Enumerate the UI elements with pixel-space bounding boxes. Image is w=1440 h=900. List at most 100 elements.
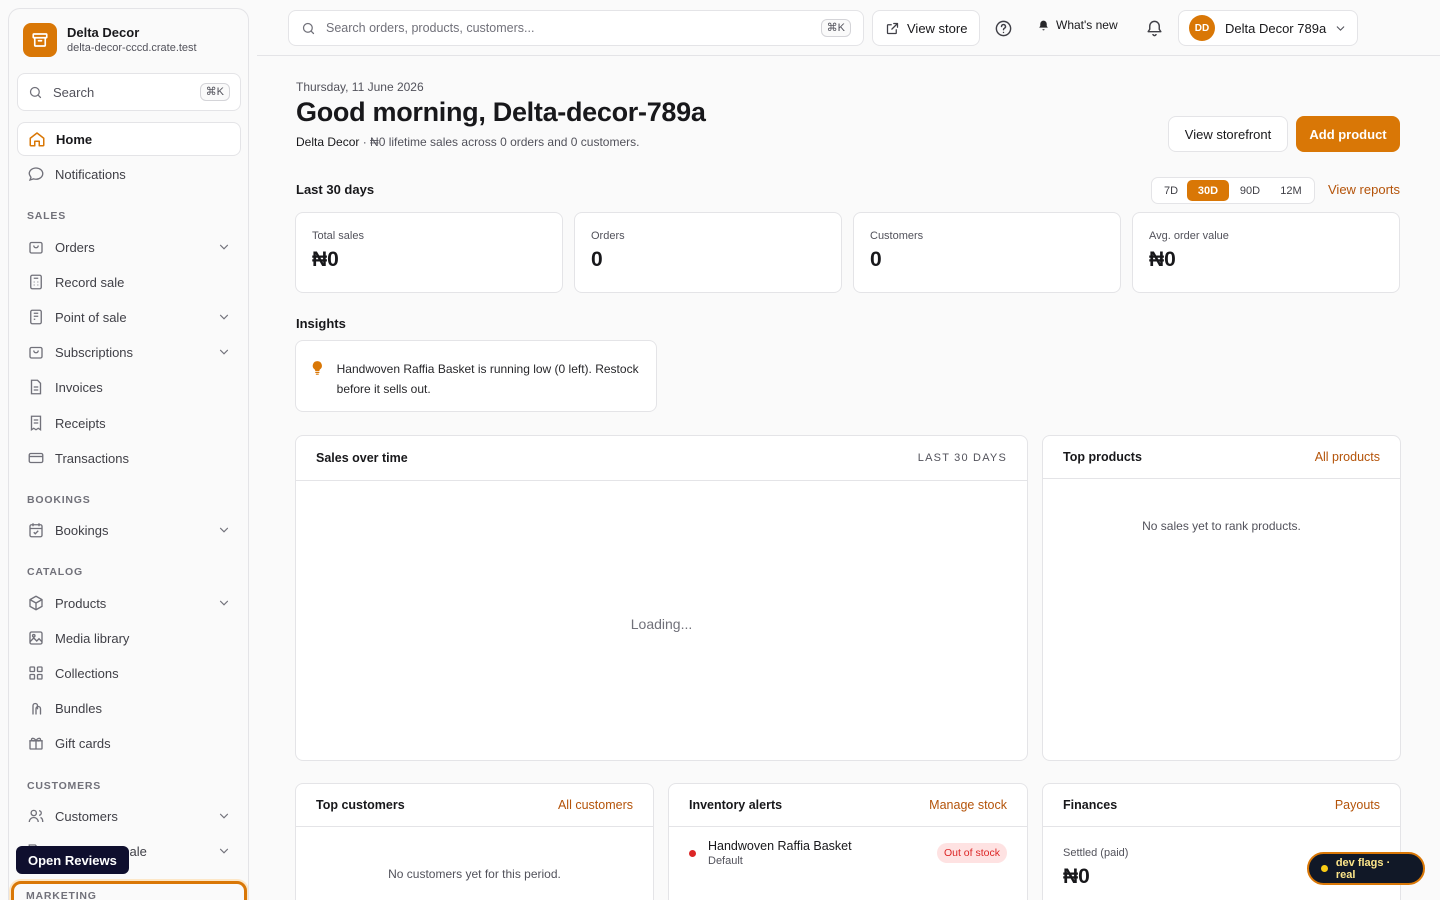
gift-icon	[29, 737, 43, 750]
bundle-icon	[32, 702, 42, 715]
range-12m[interactable]: 12M	[1271, 180, 1311, 201]
sidebar-item-customers[interactable]: Customers	[17, 799, 241, 833]
sidebar-item-transactions[interactable]: Transactions	[17, 441, 241, 475]
sidebar-item-subscriptions[interactable]: Subscriptions	[17, 335, 241, 369]
grid-icon	[29, 666, 43, 680]
search-icon	[302, 22, 315, 34]
section-label-marketing: MARKETING	[26, 890, 97, 900]
sales-over-time-panel: Sales over time LAST 30 DAYS Loading...	[295, 435, 1028, 761]
stat-card-orders[interactable]: Orders 0	[574, 212, 842, 293]
chevron-down-icon	[1336, 25, 1345, 31]
section-marketing-highlight[interactable]: MARKETING	[11, 881, 247, 900]
current-date: Thursday, 11 June 2026	[296, 80, 424, 94]
stat-card-customers[interactable]: Customers 0	[853, 212, 1121, 293]
chevron-down-icon	[219, 527, 229, 533]
sidebar: Delta Decor delta-decor-cccd.crate.test …	[8, 8, 249, 900]
sidebar-item-collections[interactable]: Collections	[17, 656, 241, 690]
all-customers-link[interactable]: All customers	[558, 798, 633, 812]
loading-text: Loading...	[630, 616, 693, 632]
panel-title: Inventory alerts	[689, 798, 783, 812]
sidebar-item-label: Invoices	[55, 379, 103, 395]
panel-header: Sales over time LAST 30 DAYS	[296, 436, 1027, 481]
section-label-catalog: CATALOG	[27, 566, 83, 578]
page-title: Good morning, Delta-decor-789a	[296, 97, 706, 127]
bell-filled-icon	[1039, 20, 1048, 30]
empty-state: No customers yet for this period.	[388, 867, 561, 881]
section-label-bookings: BOOKINGS	[27, 494, 91, 506]
calendar-icon	[29, 523, 43, 538]
insight-message: Handwoven Raffia Basket is running low (…	[336, 362, 639, 396]
chevron-down-icon	[219, 349, 229, 355]
stat-title: Avg. order value	[1149, 230, 1229, 242]
notifications-button[interactable]	[1142, 16, 1166, 40]
sidebar-item-media-library[interactable]: Media library	[17, 621, 241, 655]
stat-value: ₦0	[312, 248, 339, 271]
range-7d[interactable]: 7D	[1155, 180, 1187, 201]
payouts-link[interactable]: Payouts	[1335, 798, 1380, 812]
sidebar-item-label: Media library	[55, 630, 130, 646]
sidebar-item-orders[interactable]: Orders	[17, 230, 241, 264]
sidebar-item-notifications[interactable]: Notifications	[17, 157, 241, 191]
view-reports-link[interactable]: View reports	[1328, 182, 1400, 197]
sidebar-search[interactable]: Search ⌘K	[17, 73, 241, 111]
view-store-button[interactable]: View store	[872, 10, 981, 46]
section-label-customers: CUSTOMERS	[27, 780, 102, 792]
stat-title: Orders	[591, 230, 625, 242]
summary-text: · ₦0 lifetime sales across 0 orders and …	[359, 135, 640, 149]
insight-card[interactable]: Handwoven Raffia Basket is running low (…	[295, 340, 657, 412]
lightbulb-icon	[312, 361, 322, 375]
sidebar-item-record-sale[interactable]: Record sale	[17, 265, 241, 299]
open-reviews-button[interactable]: Open Reviews	[16, 846, 129, 874]
sidebar-item-label: Customers	[55, 808, 118, 824]
stat-card-total-sales[interactable]: Total sales ₦0	[295, 212, 563, 293]
sidebar-item-home[interactable]: Home	[17, 122, 241, 156]
help-button[interactable]	[991, 16, 1015, 40]
sidebar-item-gift-cards[interactable]: Gift cards	[17, 726, 241, 760]
range-90d[interactable]: 90D	[1229, 180, 1271, 201]
stat-card-avg-order-value[interactable]: Avg. order value ₦0	[1132, 212, 1400, 293]
manage-stock-link[interactable]: Manage stock	[929, 798, 1007, 812]
account-menu[interactable]: DD Delta Decor 789a	[1178, 10, 1358, 46]
inventory-item-variant: Default	[708, 855, 743, 867]
panel-header: Inventory alerts Manage stock	[669, 784, 1027, 827]
dev-flags-toggle[interactable]: dev flags · real	[1307, 852, 1425, 885]
sidebar-item-label: Collections	[55, 665, 119, 681]
sidebar-item-label: Orders	[55, 239, 95, 255]
date-range-selector: 7D 30D 90D 12M	[1151, 177, 1315, 204]
sidebar-item-label: Receipts	[55, 415, 106, 431]
whats-new-label: What's new	[1056, 18, 1118, 32]
range-30d[interactable]: 30D	[1187, 180, 1229, 201]
chevron-down-icon	[219, 848, 229, 854]
panel-title: Sales over time	[316, 451, 408, 465]
sidebar-item-invoices[interactable]: Invoices	[17, 370, 241, 404]
external-link-icon	[886, 22, 899, 34]
inventory-alerts-panel: Inventory alerts Manage stock Handwoven …	[668, 783, 1028, 900]
global-search-placeholder: Search orders, products, customers...	[326, 21, 535, 35]
sidebar-item-point-of-sale[interactable]: Point of sale	[17, 300, 241, 334]
empty-state: No sales yet to rank products.	[1142, 519, 1301, 533]
global-search-input[interactable]: Search orders, products, customers... ⌘K	[288, 10, 864, 46]
sidebar-item-products[interactable]: Products	[17, 586, 241, 620]
sidebar-item-bundles[interactable]: Bundles	[17, 691, 241, 725]
section-label-sales: SALES	[27, 210, 67, 222]
sidebar-item-receipts[interactable]: Receipts	[17, 406, 241, 440]
summary-store-name: Delta Decor	[296, 135, 360, 149]
add-product-button[interactable]: Add product	[1296, 116, 1400, 152]
all-products-link[interactable]: All products	[1315, 450, 1380, 464]
status-dot	[1321, 865, 1328, 872]
brand[interactable]: Delta Decor delta-decor-cccd.crate.test	[23, 23, 197, 57]
sidebar-item-bookings[interactable]: Bookings	[17, 513, 241, 547]
insights-title: Insights	[296, 316, 346, 331]
bag-icon	[29, 241, 43, 254]
sidebar-item-label: Gift cards	[55, 735, 111, 751]
view-store-label: View store	[907, 20, 968, 36]
sidebar-item-label: Record sale	[55, 274, 125, 290]
calculator-icon	[30, 274, 42, 290]
sidebar-search-shortcut: ⌘K	[199, 83, 230, 101]
view-storefront-button[interactable]: View storefront	[1168, 116, 1288, 152]
panel-title: Top products	[1063, 450, 1142, 464]
whats-new-button[interactable]: What's new	[1037, 18, 1118, 32]
panel-header: Top products All products	[1043, 436, 1400, 479]
box-icon	[29, 595, 43, 611]
inventory-item[interactable]: Handwoven Raffia Basket Default Out of s…	[669, 827, 1027, 879]
